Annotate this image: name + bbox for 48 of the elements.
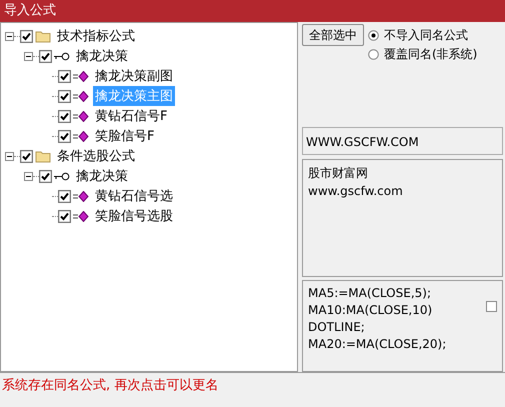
collapse-toggle[interactable] bbox=[5, 32, 14, 40]
checkbox[interactable] bbox=[58, 110, 71, 122]
radio-button[interactable] bbox=[368, 30, 379, 41]
description-line: 股市财富网 bbox=[308, 165, 369, 182]
tree-item[interactable]: 笑脸信号F bbox=[93, 126, 156, 146]
checkbox[interactable] bbox=[58, 90, 71, 102]
option-label[interactable]: 覆盖同名(非系统) bbox=[384, 46, 478, 63]
tree-item[interactable]: 笑脸信号选股 bbox=[93, 206, 175, 226]
tree-item[interactable]: 条件选股公式 bbox=[55, 146, 137, 166]
code-line: MA10:MA(CLOSE,10) bbox=[308, 302, 434, 319]
tree-item[interactable]: 擒龙决策 bbox=[74, 46, 130, 66]
diamond-icon bbox=[73, 190, 89, 202]
tree-item[interactable]: 黄钻石信号选 bbox=[93, 186, 175, 206]
status-message: 系统存在同名公式, 再次点击可以更名 bbox=[0, 372, 505, 407]
diamond-icon bbox=[73, 210, 89, 222]
collapse-toggle[interactable] bbox=[5, 152, 14, 160]
description-line: www.gscfw.com bbox=[308, 183, 404, 200]
diamond-icon bbox=[73, 130, 89, 142]
tree-item[interactable]: 技术指标公式 bbox=[55, 26, 137, 46]
url-field: WWW.GSCFW.COM bbox=[302, 127, 503, 155]
diamond-icon bbox=[73, 110, 89, 122]
checkbox[interactable] bbox=[20, 30, 33, 42]
checkbox[interactable] bbox=[58, 70, 71, 82]
checkbox[interactable] bbox=[58, 130, 71, 142]
key-icon bbox=[54, 52, 70, 60]
tree-item[interactable]: 黄钻石信号F bbox=[93, 106, 170, 126]
radio-button[interactable] bbox=[368, 49, 379, 60]
tree-item[interactable]: 擒龙决策副图 bbox=[93, 66, 175, 86]
window-title: 导入公式 bbox=[0, 0, 505, 22]
checkbox[interactable] bbox=[39, 50, 52, 62]
folder-icon bbox=[35, 150, 51, 162]
collapse-toggle[interactable] bbox=[24, 172, 33, 180]
option-label[interactable]: 不导入同名公式 bbox=[384, 27, 468, 44]
checkbox[interactable] bbox=[39, 170, 52, 182]
checkbox[interactable] bbox=[20, 150, 33, 162]
select-all-button[interactable]: 全部选中 bbox=[302, 24, 364, 46]
folder-icon bbox=[35, 30, 51, 42]
code-line: MA20:=MA(CLOSE,20); bbox=[308, 336, 446, 353]
diamond-icon bbox=[73, 90, 89, 102]
code-line: DOTLINE; bbox=[308, 319, 366, 336]
collapse-toggle[interactable] bbox=[24, 52, 33, 60]
checkbox[interactable] bbox=[486, 301, 497, 312]
diamond-icon bbox=[73, 70, 89, 82]
checkbox[interactable] bbox=[58, 210, 71, 222]
checkbox[interactable] bbox=[58, 190, 71, 202]
tree-item[interactable]: 擒龙决策 bbox=[74, 166, 130, 186]
code-line: MA5:=MA(CLOSE,5); bbox=[308, 285, 432, 302]
key-icon bbox=[54, 172, 70, 180]
